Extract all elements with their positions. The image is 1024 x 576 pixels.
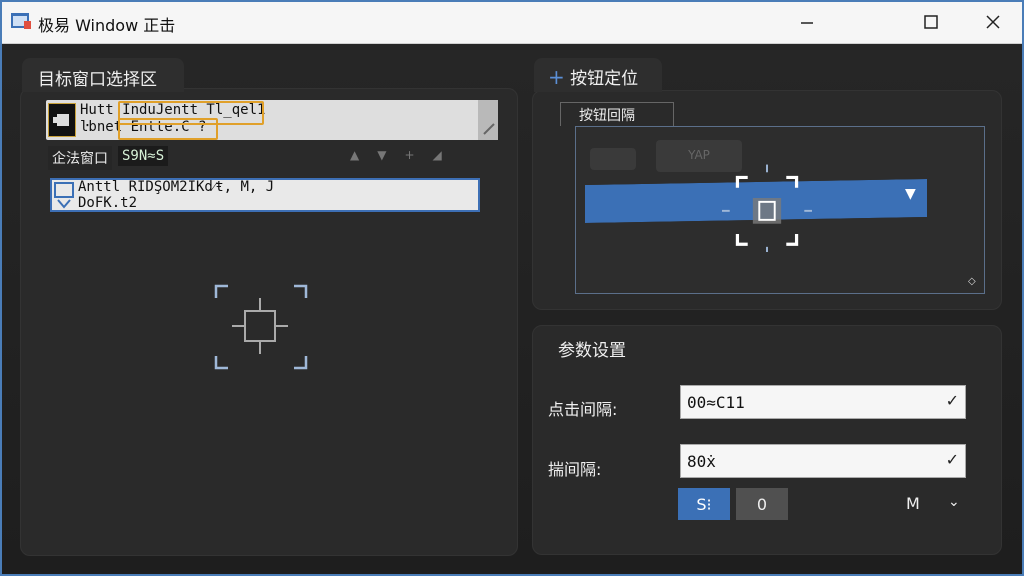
window-list-item-3-line1: Anttl RIDŞOM2IKd⁄ŧ, M, J xyxy=(78,179,275,195)
resize-corner-icon[interactable]: ◇ xyxy=(968,276,976,287)
dropdown-triangle-icon[interactable]: ▼ xyxy=(905,186,916,202)
chevron-down-icon[interactable]: ▼ xyxy=(377,148,404,162)
plus-icon[interactable]: + xyxy=(404,148,432,162)
window-list-item-3-text: Anttl RIDŞOM2IKd⁄ŧ, M, J DoFK.t2 xyxy=(78,179,274,211)
parameter-title: 参数设置 xyxy=(558,341,626,361)
interval2-label: 揣间隔: xyxy=(548,460,602,479)
window-title: 极易 Window 正击 xyxy=(38,16,176,35)
minimize-button[interactable] xyxy=(776,0,838,44)
toolbar-mini-icons: ▲▼+◢ xyxy=(350,148,460,162)
chevron-up-icon[interactable]: ▲ xyxy=(350,148,377,162)
button-interval-subtab[interactable]: 按钮回隔 xyxy=(560,102,674,126)
click-interval-label: 点击间隔: xyxy=(548,400,618,419)
maximize-icon xyxy=(924,15,938,29)
button-locate-tab[interactable]: + 按钮定位 xyxy=(534,58,662,92)
button-locate-tab-label: 按钮定位 xyxy=(570,69,639,89)
chevron-down-icon[interactable]: ⌄ xyxy=(948,494,960,510)
highlight-box-2 xyxy=(118,118,218,140)
minimize-icon xyxy=(801,22,813,24)
title-bar: 极易 Window 正击 xyxy=(0,0,1024,44)
check-icon: ✓ xyxy=(945,450,959,469)
button-target-selector-icon[interactable] xyxy=(722,160,812,254)
s-button[interactable]: S⁝ xyxy=(678,488,730,520)
window-app-icon xyxy=(48,103,76,137)
close-button[interactable] xyxy=(962,0,1024,44)
resize-grip-icon xyxy=(483,123,495,135)
window-list-item-2-badge: S9N≈S xyxy=(118,146,169,166)
crosshair-target-icon[interactable] xyxy=(214,284,308,370)
window-item-icon xyxy=(52,180,76,210)
pin-icon[interactable]: ◢ xyxy=(433,148,460,162)
target-window-tab[interactable]: 目标窗口选择区 xyxy=(22,58,184,92)
scrollbar[interactable] xyxy=(478,100,498,140)
click-interval-field[interactable]: 00≈C11 ✓ xyxy=(680,385,966,419)
interval2-field[interactable]: 80ẋ ✓ xyxy=(680,444,966,478)
window-list-item-3-line2: DoFK.t2 xyxy=(78,195,138,211)
check-icon: ✓ xyxy=(945,391,959,410)
unit-select-value[interactable]: M xyxy=(906,494,920,513)
zero-button[interactable]: 0 xyxy=(736,488,788,520)
plus-icon[interactable]: + xyxy=(548,65,565,89)
window-list-item-2-label: 企法窗口 xyxy=(48,146,112,170)
click-interval-value: 00≈C11 xyxy=(687,393,745,412)
interval2-value: 80ẋ xyxy=(687,452,716,471)
maximize-button[interactable] xyxy=(900,0,962,44)
close-icon xyxy=(986,15,1000,29)
preview-chip-1 xyxy=(590,148,636,170)
app-icon xyxy=(11,13,31,29)
